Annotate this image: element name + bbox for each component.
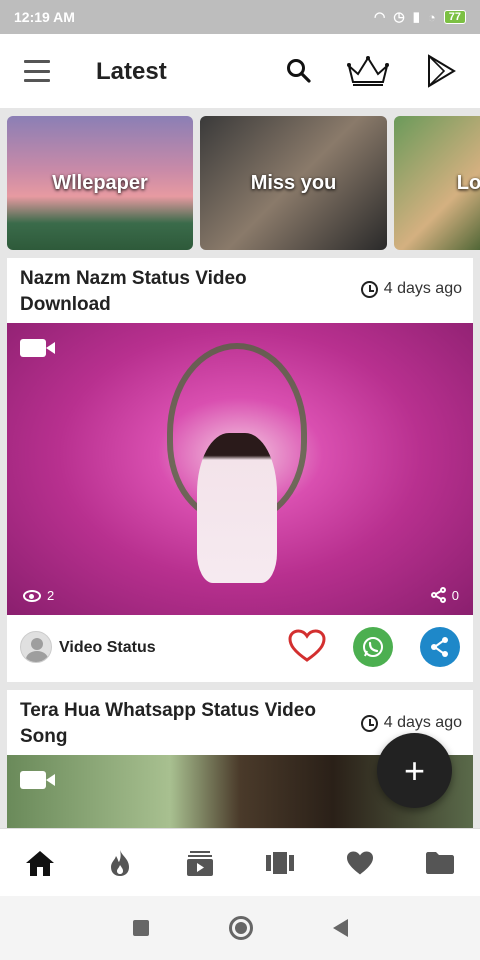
battery-icon: 77 (443, 10, 466, 24)
share-count-text: 0 (451, 587, 459, 603)
whatsapp-icon (363, 637, 383, 657)
status-icons: ◠ ◷ ▮ ◔ 77 (374, 9, 466, 25)
banner-label: Wllepaper (52, 171, 148, 194)
fire-icon (111, 849, 129, 876)
home-icon (26, 850, 54, 876)
alarm-icon: ◷ (393, 9, 405, 24)
add-button[interactable]: + (377, 733, 452, 808)
back-icon[interactable] (332, 919, 348, 937)
view-count: 2 (23, 588, 54, 603)
post-title: Nazm Nazm Status Video Download (20, 268, 247, 315)
nav-home[interactable] (0, 829, 80, 896)
nav-carousel[interactable] (240, 829, 320, 896)
search-icon[interactable] (284, 52, 314, 90)
video-thumbnail[interactable]: 2 0 (7, 323, 473, 615)
video-camera-icon (20, 771, 55, 789)
bottom-navigation (0, 828, 480, 896)
post-footer: Video Status (7, 615, 473, 682)
post-card[interactable]: Nazm Nazm Status Video Download 4 days a… (7, 258, 473, 682)
post-time: 4 days ago (360, 280, 462, 298)
recents-icon[interactable] (132, 920, 149, 936)
banner-wallpaper[interactable]: Wllepaper (7, 116, 193, 250)
time-ago-text: 4 days ago (383, 280, 462, 297)
banner-label: Miss you (250, 171, 337, 194)
nav-favorites[interactable] (320, 829, 400, 896)
share-count: 0 (430, 587, 459, 603)
play-store-icon[interactable] (424, 52, 458, 90)
clock-icon (360, 280, 378, 298)
headphones-icon: ◠ (374, 9, 386, 24)
banner-love[interactable]: Lo (394, 116, 480, 250)
nav-downloads[interactable] (400, 829, 480, 896)
share-small-icon (430, 587, 446, 603)
heart-outline-icon (288, 629, 326, 662)
page-title: Latest (96, 58, 167, 85)
status-time: 12:19 AM (14, 9, 75, 25)
whatsapp-button[interactable] (353, 627, 393, 667)
signal-icon: ▮ (412, 9, 420, 24)
folder-icon (426, 851, 454, 874)
crown-icon[interactable] (344, 52, 392, 90)
category-carousel[interactable]: Wllepaper Miss you Lo (0, 116, 480, 250)
banner-miss-you[interactable]: Miss you (200, 116, 387, 250)
video-camera-icon (20, 339, 55, 357)
status-bar: 12:19 AM ◠ ◷ ▮ ◔ 77 (0, 0, 480, 34)
eye-icon (23, 589, 41, 602)
subscriptions-icon (187, 850, 213, 876)
clock-icon (360, 714, 378, 732)
heart-icon (347, 851, 373, 874)
share-icon (431, 637, 448, 657)
post-title: Tera Hua Whatsapp Status Video Song (20, 700, 316, 747)
menu-icon[interactable] (24, 60, 50, 82)
view-count-text: 2 (47, 588, 55, 603)
thumbnail-figure (197, 433, 277, 583)
like-button[interactable] (288, 629, 326, 665)
user-name[interactable]: Video Status (59, 639, 156, 657)
home-system-icon[interactable] (228, 916, 253, 940)
banner-label: Lo (456, 171, 480, 194)
share-button[interactable] (420, 627, 460, 667)
time-ago-text: 4 days ago (383, 714, 462, 731)
post-time: 4 days ago (360, 714, 462, 732)
wifi-icon: ◔ (427, 9, 436, 25)
system-navigation (0, 896, 480, 960)
nav-trending[interactable] (80, 829, 160, 896)
nav-subscriptions[interactable] (160, 829, 240, 896)
carousel-icon (266, 851, 294, 874)
avatar[interactable] (20, 631, 52, 663)
app-bar: Latest (0, 34, 480, 108)
